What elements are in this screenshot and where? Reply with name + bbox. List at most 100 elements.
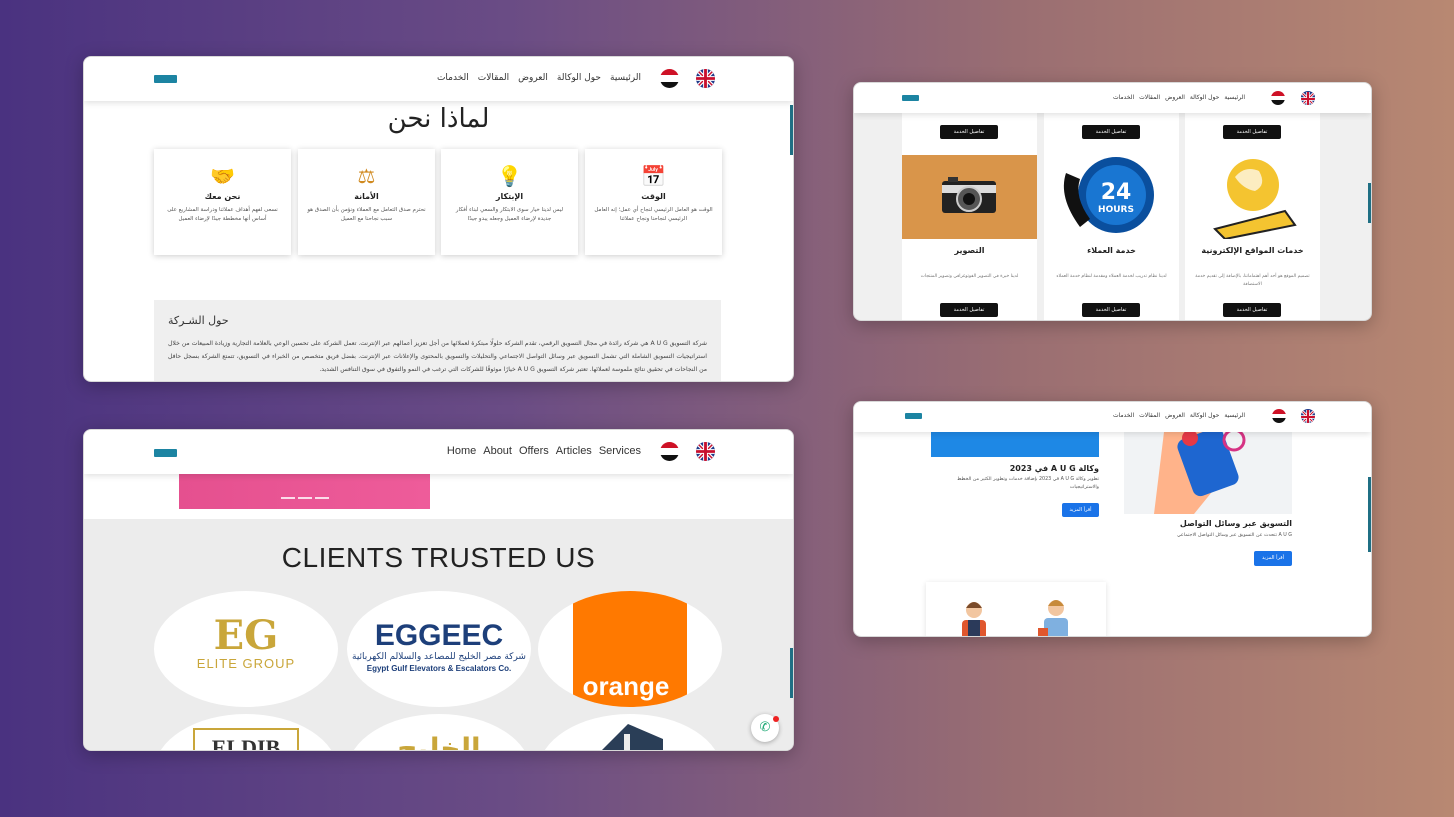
nav-home[interactable]: الرئيسية [1224,412,1245,419]
client-name: ELITE GROUP [197,656,295,671]
client-logo-elite-group: EG ELITE GROUP [154,591,338,707]
nav-articles[interactable]: المقالات [1139,94,1160,101]
service-card: تفاصيل الخدمة 24 HOURS خدمة العملاء لدينا… [1044,113,1179,320]
nav-articles[interactable]: Articles [556,445,592,457]
service-title: التصوير [954,246,985,255]
article-desc: تطوير وكالة A U G في 2023 بإضافة خدمات و… [956,477,1099,490]
article-desc: A U G تتحدث عن التسويق عبر وسائل التواصل… [1176,533,1292,538]
logo[interactable] [902,95,919,101]
svg-text:HOURS: HOURS [1098,205,1134,215]
scales-icon: ⚖ [357,164,376,188]
navbar: Home About Offers Articles Services [84,430,793,474]
camera-icon [902,155,1037,239]
nav-articles[interactable]: المقالات [1139,412,1160,419]
article-image [931,432,1099,457]
service-title: خدمات المواقع الإلكترونية [1201,246,1304,255]
clients-title: CLIENTS TRUSTED US [281,542,596,573]
uk-flag-icon[interactable] [1301,91,1315,105]
scrollbar[interactable] [790,648,793,698]
card-title: الإبتكار [495,192,524,201]
navbar: الرئيسية حول الوكالة العروض المقالات الخ… [84,57,793,101]
nav-links: الرئيسية حول الوكالة العروض المقالات الخ… [1113,94,1245,101]
nav-links: الرئيسية حول الوكالة العروض المقالات الخ… [437,73,641,83]
logo[interactable] [905,413,922,419]
card-text: نحترم صدق التعامل مع العملاء ونؤمن بأن ا… [307,207,426,222]
nav-about[interactable]: About [483,445,512,457]
nav-services[interactable]: الخدمات [1113,94,1134,101]
service-details-button[interactable]: تفاصيل الخدمة [940,125,998,139]
service-card: تفاصيل الخدمة خدمات المواقع الإلكترونية … [1185,113,1320,320]
nav-about[interactable]: حول الوكالة [557,73,601,83]
banner-image [179,474,430,509]
nav-services[interactable]: الخدمات [437,73,469,83]
scrollbar[interactable] [1368,183,1371,223]
navbar: الرئيسية حول الوكالة العروض المقالات الخ… [854,402,1371,432]
nav-offers[interactable]: Offers [519,445,549,457]
logo[interactable] [154,75,177,83]
service-details-button[interactable]: تفاصيل الخدمة [1223,125,1281,139]
nav-offers[interactable]: العروض [1165,412,1185,419]
why-us-title: لماذا نحن [387,104,490,134]
client-logo-eggeec: EGGEEC شركة مصر الخليج للمصاعد والسلالم … [347,591,531,707]
nav-about[interactable]: حول الوكالة [1190,412,1219,419]
nav-services[interactable]: الخدمات [1113,412,1134,419]
carousel-dots[interactable] [281,497,329,499]
nav-about[interactable]: حول الوكالة [1190,94,1219,101]
nav-home[interactable]: الرئيسية [610,73,641,83]
card-title: الوقت [641,192,666,201]
service-desc: لدينا نظام تدريب لخدمة العملاء ومقدمة لن… [1056,274,1167,279]
screenshot-why-us: الرئيسية حول الوكالة العروض المقالات الخ… [83,56,794,382]
svg-text:24: 24 [1101,180,1132,205]
card-title: الأمانة [354,192,379,201]
scrollbar[interactable] [790,105,793,155]
read-more-button[interactable]: أقرأ المزيد [1254,551,1292,566]
logo[interactable] [154,449,177,457]
nav-home[interactable]: الرئيسية [1224,94,1245,101]
uk-flag-icon[interactable] [696,69,715,88]
nav-home[interactable]: Home [447,445,476,457]
service-title: خدمة العملاء [1087,246,1136,255]
client-name: ELDIB [212,735,281,751]
24-hours-phone-icon: 24 HOURS [1044,155,1179,239]
egypt-flag-icon[interactable] [660,442,679,461]
service-details-button[interactable]: تفاصيل الخدمة [1223,303,1281,317]
nav-services[interactable]: Services [599,445,641,457]
client-name: orange [583,671,670,701]
read-more-button[interactable]: أقرأ المزيد [1062,503,1099,517]
client-arabic: شركة مصر الخليج للمصاعد والسلالم الكهربا… [352,652,526,662]
client-name: الخليج [397,732,480,751]
globe-tablet-icon [1185,155,1320,239]
calendar-clock-icon: 📅 [641,164,666,188]
service-details-button[interactable]: تفاصيل الخدمة [940,303,998,317]
uk-flag-icon[interactable] [696,442,715,461]
nav-offers[interactable]: العروض [1165,94,1185,101]
service-card: تفاصيل الخدمة التصوير لدينا خبرة في التص… [902,113,1037,320]
why-card: ⚖ الأمانة نحترم صدق التعامل مع العملاء و… [298,149,435,255]
screenshot-articles: الرئيسية حول الوكالة العروض المقالات الخ… [853,401,1372,637]
nav-offers[interactable]: العروض [518,73,548,83]
navbar: الرئيسية حول الوكالة العروض المقالات الخ… [854,83,1371,113]
client-mark: EG [214,612,279,659]
service-desc: تصميم الموقع هو أحد أهم اهتماماتنا، بالإ… [1195,274,1310,287]
service-details-button[interactable]: تفاصيل الخدمة [1082,303,1140,317]
social-media-image [1124,432,1292,514]
uk-flag-icon[interactable] [1301,409,1315,423]
card-text: نسعى لفهم أهداف عملائنا ودراسة المشاريع … [167,207,278,222]
egypt-flag-icon[interactable] [660,69,679,88]
nav-articles[interactable]: المقالات [478,73,509,83]
why-card: 📅 الوقت الوقت هو العامل الرئيسي لنجاح أي… [585,149,722,255]
egypt-flag-icon[interactable] [1272,409,1286,423]
lightbulb-gears-icon: 💡 [497,164,522,188]
team-illustration [926,582,1106,636]
notification-dot [773,716,779,722]
card-text: ليس لدينا خيار سوى الابتكار والسعي لبناء… [455,207,564,222]
service-desc: لدينا خبرة في التصوير الفوتوغرافي وتصوير… [920,274,1019,279]
nav-links: الرئيسية حول الوكالة العروض المقالات الخ… [1113,412,1245,419]
client-name: Egypt Gulf Elevators & Escalators Co. [367,664,511,673]
egypt-flag-icon[interactable] [1271,91,1285,105]
about-text: شركة التسويق A U G هي شركة رائدة في مجال… [168,340,707,373]
article-title: التسويق عبر وسائل التواصل [1179,519,1292,528]
scrollbar[interactable] [1368,477,1371,552]
handshake-icon: 🤝 [210,164,235,188]
service-details-button[interactable]: تفاصيل الخدمة [1082,125,1140,139]
